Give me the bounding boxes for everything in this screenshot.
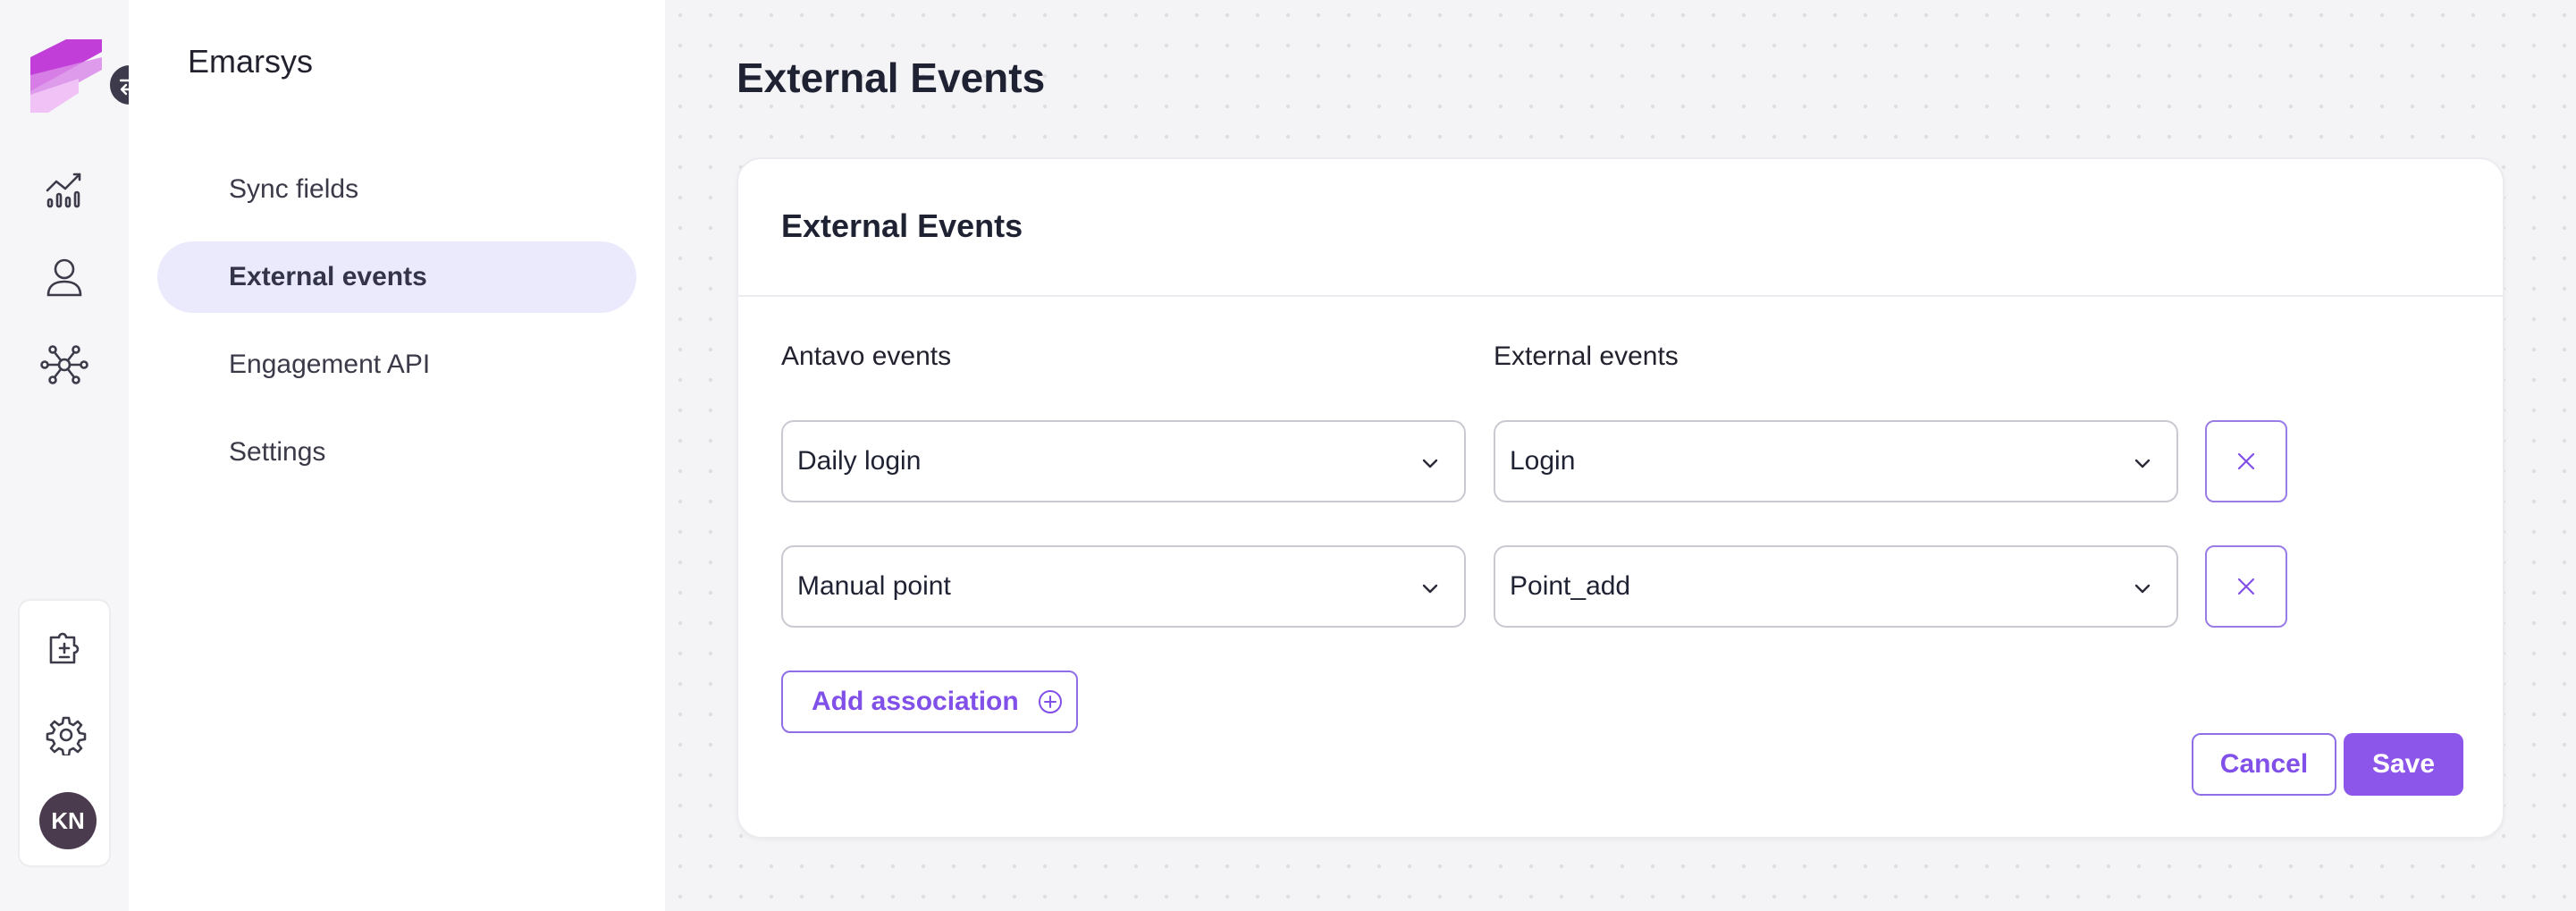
add-association-button[interactable]: Add association: [781, 671, 1078, 733]
remove-association-button[interactable]: [2205, 420, 2287, 502]
external-event-select[interactable]: Login: [1494, 420, 2178, 502]
main-content: External Events External Events Antavo e…: [665, 0, 2576, 911]
chevron-down-icon: [1422, 459, 1438, 468]
logo-icon[interactable]: [27, 39, 113, 125]
page-title: External Events: [737, 55, 1046, 101]
sidebar-item-label: Engagement API: [229, 350, 431, 379]
close-icon: [2237, 452, 2255, 470]
secondary-sidebar: Emarsys Sync fields External events Enga…: [129, 0, 665, 911]
antavo-events-column-label: Antavo events: [781, 342, 952, 371]
select-value: Point_add: [1510, 571, 1631, 601]
add-association-label: Add association: [812, 687, 1019, 716]
sidebar-item-settings[interactable]: Settings: [157, 417, 636, 488]
close-icon: [2237, 578, 2255, 595]
save-button[interactable]: Save: [2344, 733, 2463, 796]
antavo-event-select[interactable]: Daily login: [781, 420, 1466, 502]
gear-icon[interactable]: [39, 708, 93, 762]
puzzle-integration-icon[interactable]: [39, 620, 93, 674]
antavo-event-select[interactable]: Manual point: [781, 545, 1466, 628]
select-value: Manual point: [797, 571, 951, 601]
remove-association-button[interactable]: [2205, 545, 2287, 628]
icon-rail: KN: [0, 0, 152, 911]
sidebar-item-engagement-api[interactable]: Engagement API: [157, 329, 636, 401]
card-title: External Events: [781, 207, 1023, 244]
avatar[interactable]: KN: [39, 792, 97, 849]
network-hub-icon[interactable]: [38, 338, 91, 392]
card-divider: [738, 295, 2503, 297]
rail-bottom-panel: KN: [18, 599, 111, 867]
sidebar-item-label: Settings: [229, 437, 326, 467]
sidebar-item-label: External events: [229, 262, 427, 291]
sidebar-item-sync-fields[interactable]: Sync fields: [157, 154, 636, 225]
chevron-down-icon: [2134, 459, 2151, 468]
user-icon[interactable]: [38, 250, 91, 304]
app-name: Emarsys: [188, 43, 314, 80]
external-event-select[interactable]: Point_add: [1494, 545, 2178, 628]
chevron-down-icon: [1422, 584, 1438, 594]
external-events-card: External Events Antavo events External e…: [737, 157, 2504, 839]
analytics-chart-icon[interactable]: [38, 163, 91, 216]
plus-circle-icon: [1038, 690, 1062, 713]
sidebar-item-external-events[interactable]: External events: [157, 241, 636, 313]
cancel-button[interactable]: Cancel: [2192, 733, 2336, 796]
chevron-down-icon: [2134, 584, 2151, 594]
select-value: Daily login: [797, 446, 922, 476]
select-value: Login: [1510, 446, 1576, 476]
external-events-column-label: External events: [1494, 342, 1679, 371]
sidebar-item-label: Sync fields: [229, 174, 359, 204]
